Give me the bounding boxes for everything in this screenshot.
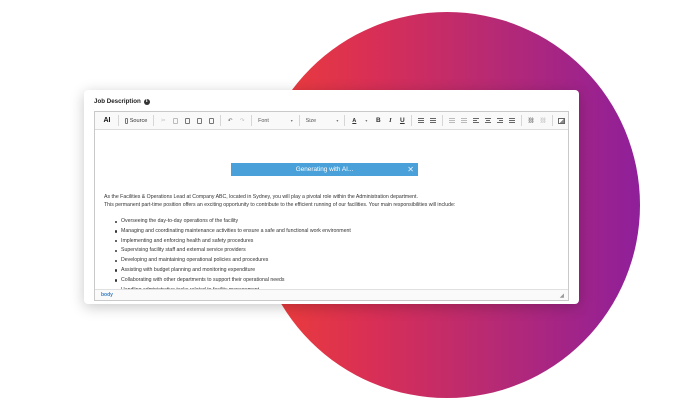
list-item: Developing and maintaining operational p… [115, 256, 564, 266]
align-left-icon[interactable] [470, 115, 482, 127]
toolbar-separator [220, 115, 222, 126]
intro-line-1: As the Facilities & Operations Lead at C… [104, 194, 418, 200]
source-button[interactable]: Source [122, 115, 151, 127]
info-circle-icon[interactable]: i [143, 98, 150, 105]
list-item: Managing and coordinating maintenance ac… [115, 227, 564, 237]
copy-icon[interactable] [169, 115, 181, 127]
job-description-label: Job Description i [94, 98, 150, 105]
editor-status-bar: body ◢ [95, 289, 568, 300]
list-item: Assisting with budget planning and monit… [115, 266, 564, 276]
rich-text-editor[interactable]: AI Source ✂ ↶ ↷ Font ▾ Size ▾ A ▾ B I U … [94, 111, 569, 301]
resize-handle-icon[interactable]: ◢ [560, 293, 566, 299]
paste-word-icon[interactable] [205, 115, 217, 127]
align-right-icon[interactable] [494, 115, 506, 127]
toolbar-separator [521, 115, 523, 126]
paste-text-icon[interactable] [193, 115, 205, 127]
source-icon [124, 117, 128, 124]
underline-button[interactable]: U [396, 115, 408, 127]
editor-toolbar: AI Source ✂ ↶ ↷ Font ▾ Size ▾ A ▾ B I U … [95, 112, 568, 130]
toolbar-separator [251, 115, 253, 126]
toolbar-separator [118, 115, 119, 126]
chevron-down-icon: ▾ [336, 118, 339, 123]
font-select[interactable]: Font ▾ [255, 115, 296, 126]
toolbar-separator [411, 115, 413, 126]
list-item: Collaborating with other departments to … [115, 276, 564, 286]
job-description-card: Job Description i AI Source ✂ ↶ ↷ Font ▾ [84, 90, 579, 304]
undo-icon[interactable]: ↶ [224, 115, 236, 127]
bold-button[interactable]: B [372, 115, 384, 127]
toolbar-separator [344, 115, 346, 126]
toolbar-separator [298, 115, 300, 126]
text-color-button[interactable]: A [348, 115, 360, 127]
paste-icon[interactable] [181, 115, 193, 127]
italic-button[interactable]: I [384, 115, 396, 127]
generating-label: Generating with AI... [295, 166, 354, 173]
toolbar-separator [552, 115, 553, 126]
align-justify-icon[interactable] [506, 115, 518, 127]
source-label: Source [129, 117, 148, 124]
list-item: Implementing and enforcing health and sa… [115, 237, 564, 247]
field-label-text: Job Description [94, 98, 141, 105]
align-center-icon[interactable] [482, 115, 494, 127]
close-icon[interactable]: ✕ [407, 163, 414, 176]
editor-content[interactable]: As the Facilities & Operations Lead at C… [104, 193, 564, 295]
ai-button[interactable]: AI [99, 115, 115, 127]
chevron-down-icon[interactable]: ▾ [360, 115, 372, 127]
generating-with-ai-banner: Generating with AI... ✕ [231, 163, 418, 176]
font-select-value: Font [258, 117, 269, 124]
indent-icon[interactable] [458, 115, 470, 127]
cut-icon[interactable]: ✂ [157, 115, 169, 127]
redo-icon[interactable]: ↷ [236, 115, 248, 127]
list-item: Overseeing the day-to-day operations of … [115, 217, 564, 227]
size-select-value: Size [305, 117, 317, 124]
bulleted-list-icon[interactable] [427, 115, 439, 127]
link-icon[interactable]: ⛓ [525, 115, 537, 127]
chevron-down-icon: ▾ [290, 118, 293, 123]
intro-line-2: This permanent part-time position offers… [104, 202, 456, 208]
size-select[interactable]: Size ▾ [303, 115, 342, 126]
list-item: Supervising facility staff and external … [115, 246, 564, 256]
image-icon[interactable] [556, 115, 568, 127]
element-path[interactable]: body [101, 292, 113, 298]
toolbar-separator [153, 115, 155, 126]
responsibilities-list: Overseeing the day-to-day operations of … [104, 217, 564, 295]
toolbar-separator [442, 115, 444, 126]
numbered-list-icon[interactable] [415, 115, 427, 127]
unlink-icon[interactable]: ⛓ [537, 115, 549, 127]
intro-paragraph: As the Facilities & Operations Lead at C… [104, 193, 564, 209]
outdent-icon[interactable] [446, 115, 458, 127]
